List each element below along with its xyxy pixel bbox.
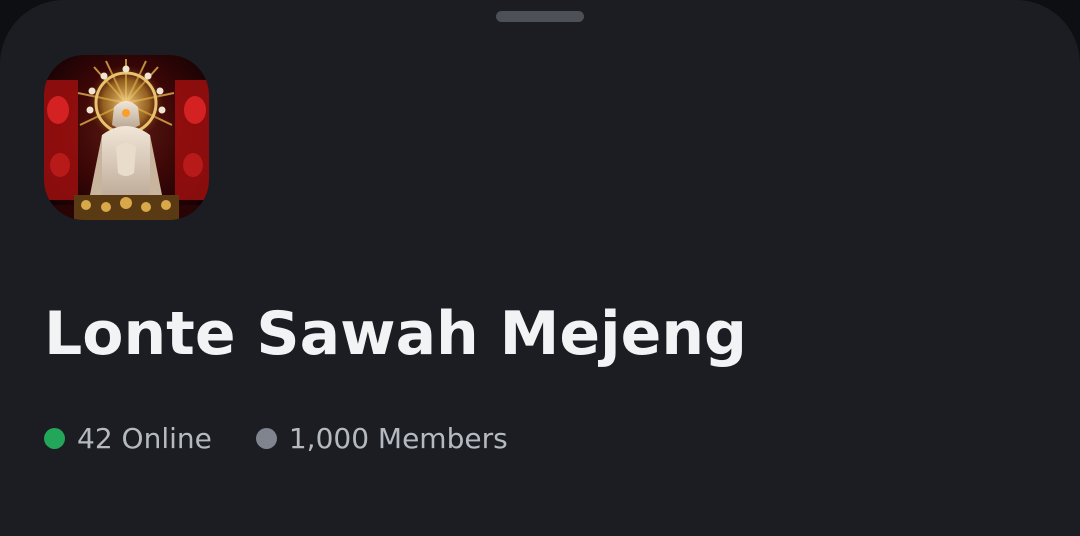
server-name: Lonte Sawah Mejeng <box>44 299 747 369</box>
member-count: 1,000 Members <box>255 421 508 455</box>
drag-handle[interactable] <box>496 11 584 22</box>
members-dot-icon <box>255 427 277 449</box>
online-count-label: 42 Online <box>77 421 212 455</box>
online-count: 42 Online <box>44 422 212 455</box>
server-icon <box>44 55 209 220</box>
server-icon-artwork <box>44 55 209 220</box>
member-count-label: 1,000 Members <box>288 421 508 455</box>
server-info-sheet: Lonte Sawah Mejeng 42 Online 1,000 Membe… <box>0 0 1080 536</box>
online-status-dot-icon <box>44 427 65 449</box>
server-stats: 42 Online 1,000 Members <box>44 416 508 460</box>
